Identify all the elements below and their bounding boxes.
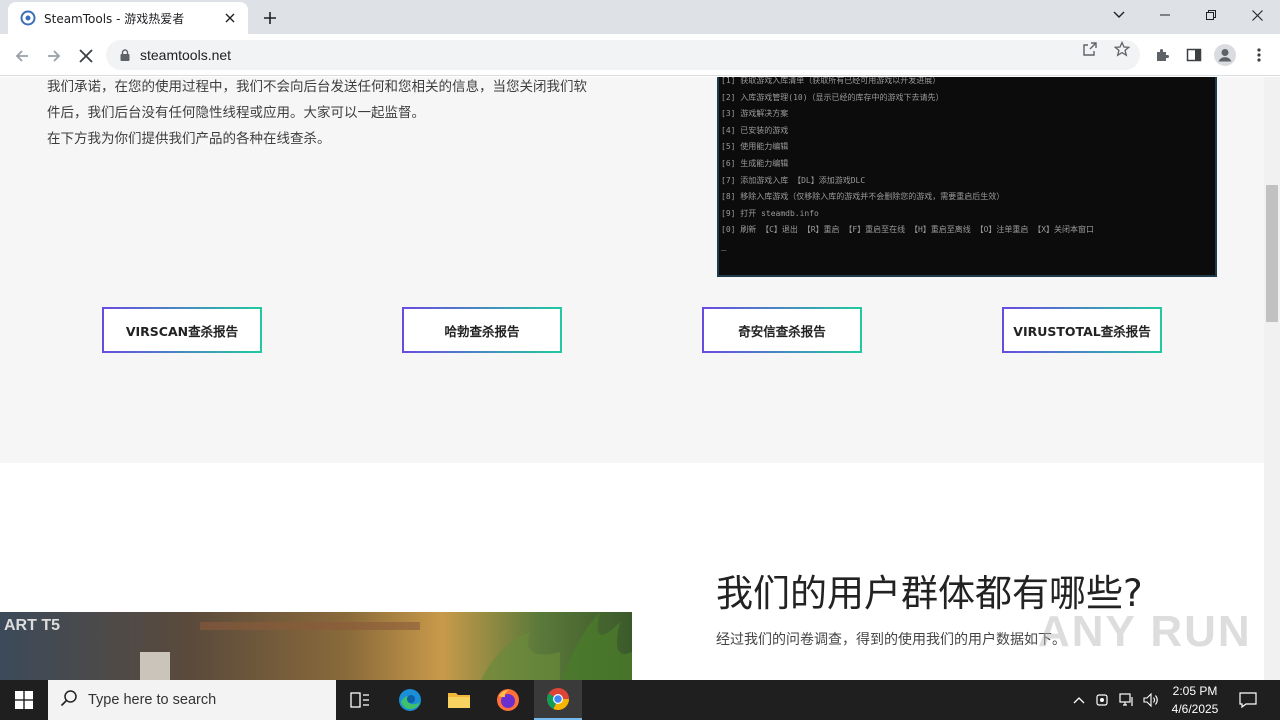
clock-time: 2:05 PM [1172, 684, 1218, 698]
browser-tab[interactable]: SteamTools - 游戏热爱者 [8, 2, 248, 34]
intro-line: 在下方我为你们提供我们产品的各种在线查杀。 [47, 131, 331, 147]
taskbar-search-box[interactable]: Type here to search [48, 680, 336, 720]
meet-now-icon[interactable] [1092, 680, 1114, 720]
users-section-subtext: 经过我们的问卷调查，得到的使用我们的用户数据如下。 [716, 632, 1066, 648]
console-line: [5] 使用能力编辑 [721, 142, 789, 152]
tab-strip: SteamTools - 游戏热爱者 [0, 0, 1280, 34]
virustotal-report-button[interactable]: VIRUSTOTAL查杀报告 [1002, 307, 1162, 353]
console-cursor: _ [721, 241, 727, 252]
close-window-icon[interactable] [1234, 0, 1280, 30]
windows-start-icon[interactable] [0, 680, 48, 720]
stop-loading-icon[interactable] [72, 42, 100, 70]
browser-toolbar: steamtools.net [0, 34, 1280, 76]
profile-avatar-icon[interactable] [1214, 44, 1236, 66]
bookmark-star-icon[interactable] [1114, 41, 1130, 57]
side-panel-icon[interactable] [1183, 44, 1205, 66]
tab-search-icon[interactable] [1096, 0, 1142, 30]
users-section-photo: ART T5 [0, 612, 632, 680]
network-icon[interactable] [1116, 680, 1138, 720]
anyrun-watermark: ANY RUN [1038, 607, 1252, 656]
console-line: [7] 添加游戏入库 【DL】添加游戏DLC [721, 175, 866, 185]
console-line: [9] 打开 steamdb.info [721, 208, 819, 218]
console-line: [3] 游戏解决方案 [721, 109, 789, 119]
back-icon[interactable] [8, 42, 36, 70]
chrome-taskbar-icon[interactable] [534, 680, 582, 720]
firefox-icon[interactable] [484, 680, 532, 720]
forward-icon[interactable] [40, 42, 68, 70]
show-hidden-icons-icon[interactable] [1068, 680, 1090, 720]
minimize-icon[interactable] [1142, 0, 1188, 30]
tab-title: SteamTools - 游戏热爱者 [44, 11, 185, 26]
restore-icon[interactable] [1188, 0, 1234, 30]
console-line: [2] 入库游戏管理(10)（显示已经的库存中的游戏下去请先） [721, 92, 944, 102]
edge-browser-icon[interactable] [386, 680, 434, 720]
steamtools-favicon-icon [20, 10, 36, 26]
volume-icon[interactable] [1140, 680, 1162, 720]
file-explorer-icon[interactable] [435, 680, 483, 720]
console-line: [0] 刷新 【C】退出 【R】重启 【F】重启至在线 【H】重启至离线 【O】… [721, 225, 1095, 235]
url-text: steamtools.net [140, 47, 232, 63]
page-scrollbar[interactable] [1264, 77, 1280, 680]
intro-line: 件后，我们后台没有任何隐性线程或应用。大家可以一起监督。 [47, 105, 425, 121]
taskbar-clock[interactable]: 2:05 PM 4/6/2025 [1160, 682, 1230, 718]
console-line: [6] 生成能力编辑 [721, 158, 789, 168]
windows-taskbar: Type here to search 2:05 PM 4/6/2025 [0, 680, 1280, 720]
lock-icon[interactable] [120, 46, 130, 65]
task-view-icon[interactable] [336, 680, 384, 720]
notifications-icon[interactable] [1234, 680, 1262, 720]
console-line: [8] 移除入库游戏（仅移除入库的游戏并不会删除您的游戏，需要重启后生效） [721, 192, 1005, 202]
search-icon [60, 689, 78, 711]
security-section: 我们承诺，在您的使用过程中，我们不会向后台发送任何和您相关的信息，当您关闭我们软… [0, 77, 1264, 463]
tab-close-icon[interactable] [222, 10, 238, 26]
virscan-report-button[interactable]: VIRSCAN查杀报告 [102, 307, 262, 353]
qianxin-report-button[interactable]: 奇安信查杀报告 [702, 307, 862, 353]
intro-line: 我们承诺，在您的使用过程中，我们不会向后台发送任何和您相关的信息，当您关闭我们软 [47, 79, 587, 95]
clock-date: 4/6/2025 [1171, 702, 1219, 716]
new-tab-icon[interactable] [258, 6, 282, 30]
chrome-menu-icon[interactable] [1248, 44, 1270, 66]
console-line: [4] 已安装的游戏 [721, 125, 789, 135]
extensions-icon[interactable] [1151, 44, 1173, 66]
scrollbar-thumb[interactable] [1266, 185, 1278, 322]
page-viewport: 我们承诺，在您的使用过程中，我们不会向后台发送任何和您相关的信息，当您关闭我们软… [0, 77, 1264, 680]
console-screenshot: [1] 获取游戏入库清单（获取所有已经可用游戏以开发进展） [2] 入库游戏管理… [717, 77, 1217, 277]
intro-text: 我们承诺，在您的使用过程中，我们不会向后台发送任何和您相关的信息，当您关闭我们软… [47, 77, 627, 152]
console-line: [1] 获取游戏入库清单（获取所有已经可用游戏以开发进展） [721, 77, 941, 85]
address-bar[interactable]: steamtools.net [106, 40, 1140, 70]
share-icon[interactable] [1082, 41, 1098, 57]
search-placeholder: Type here to search [88, 692, 217, 708]
habo-report-button[interactable]: 哈勃查杀报告 [402, 307, 562, 353]
